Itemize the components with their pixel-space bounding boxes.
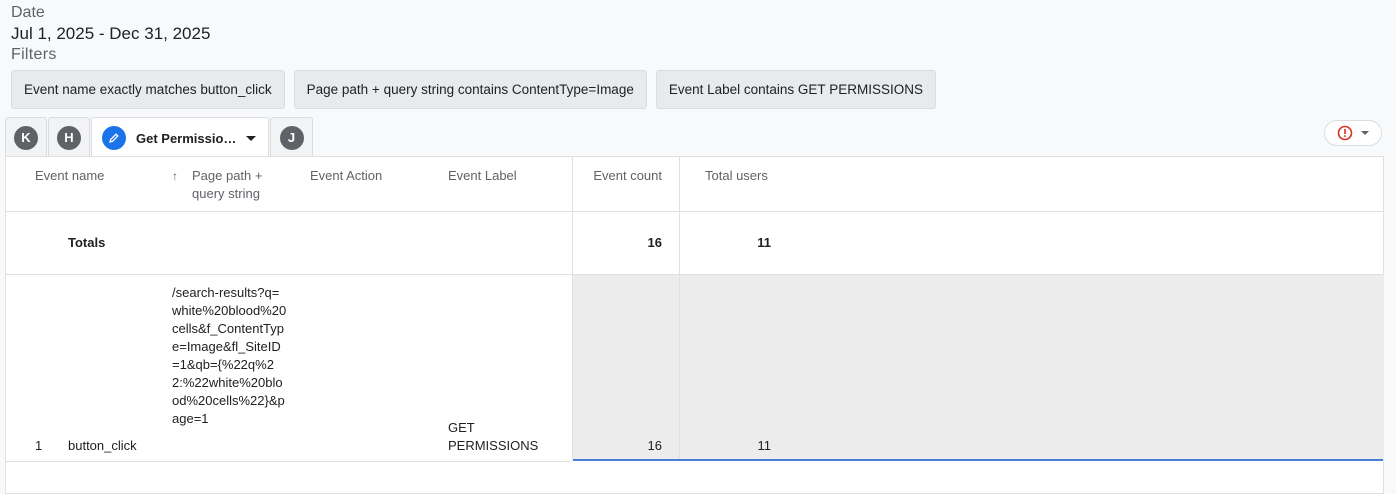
tab-h[interactable]: H xyxy=(48,117,90,157)
tab-get-permissions[interactable]: Get Permissio… xyxy=(91,117,269,158)
tab-j[interactable]: J xyxy=(270,117,313,157)
avatar: J xyxy=(279,125,304,150)
row-selection-line xyxy=(573,459,1383,461)
date-label: Date xyxy=(11,4,45,21)
col-header-event-label[interactable]: Event Label xyxy=(448,167,517,185)
col-header-event-name[interactable]: Event name xyxy=(35,167,104,185)
alert-icon xyxy=(1337,125,1353,141)
row-event-count: 16 xyxy=(647,438,662,453)
totals-event-count: 16 xyxy=(647,235,662,250)
heat-cell-total-users xyxy=(680,274,1384,460)
avatar: H xyxy=(57,125,81,150)
arrow-up-icon: ↑ xyxy=(172,169,178,183)
report-table: Event name ↑ Page path + query string Ev… xyxy=(5,156,1384,494)
row-total-users: 11 xyxy=(757,438,772,453)
chevron-down-icon[interactable] xyxy=(246,135,257,141)
col-header-total-users[interactable]: Total users xyxy=(705,167,768,185)
chevron-down-icon xyxy=(1361,131,1369,135)
row-event-name[interactable]: button_click xyxy=(68,437,137,455)
row-page-path[interactable]: /search-results?q=white%20blood%20cells&… xyxy=(172,284,287,428)
pencil-icon xyxy=(102,126,126,150)
comparison-tabs: K H Get Permissio… J xyxy=(5,117,314,158)
filters-label: Filters xyxy=(11,46,57,63)
date-range[interactable]: Jul 1, 2025 - Dec 31, 2025 xyxy=(11,24,210,44)
row-event-label[interactable]: GET PERMISSIONS xyxy=(448,419,548,455)
alert-menu-button[interactable] xyxy=(1324,120,1382,146)
avatar: K xyxy=(14,125,38,150)
row-index: 1 xyxy=(35,438,43,453)
filter-chip-page-path[interactable]: Page path + query string contains Conten… xyxy=(293,70,647,109)
heat-cell-event-count xyxy=(573,274,679,460)
col-header-label: Page path + query string xyxy=(192,168,263,201)
filter-chips: Event name exactly matches button_click … xyxy=(11,70,936,109)
col-header-event-count[interactable]: Event count xyxy=(576,167,662,185)
totals-total-users: 11 xyxy=(757,235,771,250)
filter-chip-event-label[interactable]: Event Label contains GET PERMISSIONS xyxy=(655,70,936,109)
tab-label: Get Permissio… xyxy=(136,130,237,146)
tab-k[interactable]: K xyxy=(5,117,47,157)
filter-chip-event-name[interactable]: Event name exactly matches button_click xyxy=(11,70,285,109)
totals-label: Totals xyxy=(68,235,106,250)
col-header-page-path[interactable]: ↑ Page path + query string xyxy=(172,167,282,203)
col-header-event-action[interactable]: Event Action xyxy=(310,167,382,185)
